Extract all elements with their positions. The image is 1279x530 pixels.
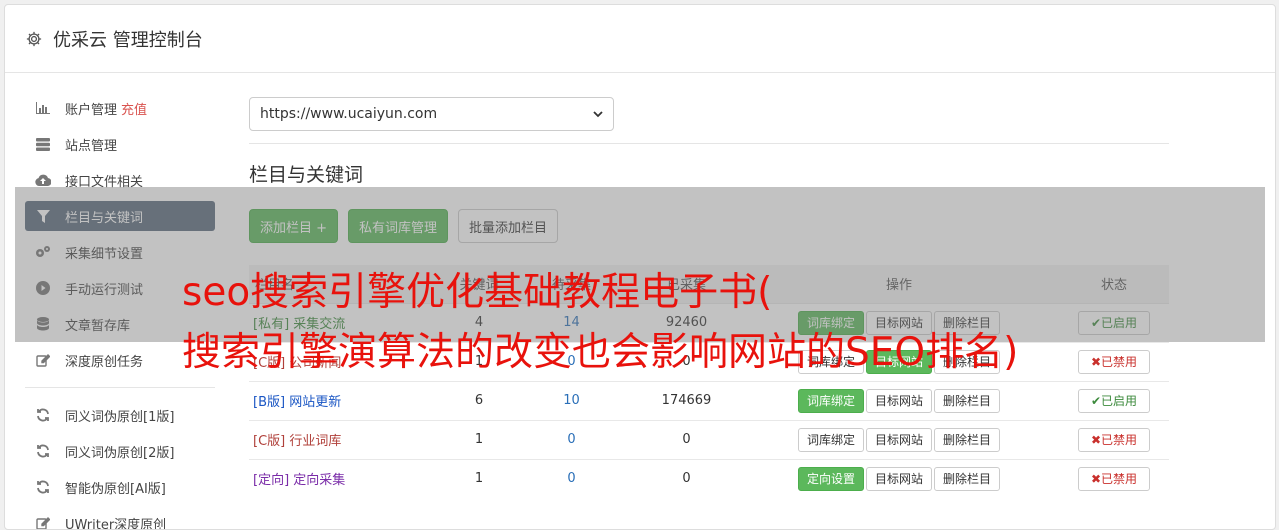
delete-column-button[interactable]: 删除栏目 <box>934 466 1001 491</box>
keyword-count: 6 <box>474 393 484 408</box>
column-name[interactable]: [B版] 网站更新 <box>249 381 449 420</box>
sidebar-item-label: UWriter深度原创 <box>65 517 167 530</box>
target-site-button[interactable]: 目标网站 <box>865 427 932 452</box>
column-name[interactable]: [C版] 行业词库 <box>249 420 449 459</box>
sidebar-item-label: 同义词伪原创[2版] <box>65 445 175 461</box>
ops-cell: 词库绑定 目标网站 删除栏目 <box>739 381 1059 420</box>
keyword-count: 1 <box>474 471 484 487</box>
pending-count[interactable]: 0 <box>509 459 634 498</box>
status-cell: ✖已禁用 <box>1059 420 1169 459</box>
section-title: 栏目与关键词 <box>249 164 364 186</box>
target-site-button[interactable]: 目标网站 <box>865 388 932 413</box>
page-title: 优采云 管理控制台 <box>53 29 203 51</box>
bind-lib-button[interactable]: 词库绑定 <box>797 388 864 413</box>
edit-icon <box>35 352 51 368</box>
sidebar-item-synonym-v1[interactable]: 同义词伪原创[1版] <box>25 400 215 430</box>
status-cell: ✖已禁用 <box>1059 342 1169 381</box>
refresh-icon <box>35 479 51 495</box>
collected-count: 0 <box>682 432 691 447</box>
status-cell: ✖已禁用 <box>1059 459 1169 498</box>
sidebar-item-label: 深度原创任务 <box>65 354 144 370</box>
refresh-icon <box>35 407 51 423</box>
status-disabled-button[interactable]: ✖已禁用 <box>1078 427 1150 452</box>
column-name[interactable]: [定向] 定向采集 <box>249 459 449 498</box>
target-site-button[interactable]: 目标网站 <box>865 466 932 491</box>
sidebar-divider <box>25 387 215 388</box>
delete-column-button[interactable]: 删除栏目 <box>934 427 1001 452</box>
directed-settings-button[interactable]: 定向设置 <box>797 466 864 491</box>
site-select[interactable]: https://www.ucaiyun.com <box>249 97 614 131</box>
keyword-count: 1 <box>474 432 484 447</box>
sidebar-item-label: 账户管理 <box>65 102 118 118</box>
sidebar-item-uwriter[interactable]: UWriter深度原创 <box>25 508 215 530</box>
collected-count: 174669 <box>661 393 712 408</box>
table-row: [B版] 网站更新 6 10 174669 词库绑定 目标网站 删除栏目 ✔已启用 <box>249 381 1169 420</box>
status-enabled-button[interactable]: ✔已启用 <box>1078 388 1150 413</box>
sidebar-item-account[interactable]: 账户管理 充值 <box>25 93 215 123</box>
overlay-caption-line1: seo搜索引擎优化基础教程电子书( <box>182 270 773 315</box>
sidebar-item-label: 同义词伪原创[1版] <box>65 409 175 425</box>
pending-count[interactable]: 0 <box>509 420 634 459</box>
sidebar-item-label: 智能伪原创[AI版] <box>65 481 166 497</box>
sidebar-item-label: 站点管理 <box>65 138 118 154</box>
collected-count: 0 <box>682 471 691 487</box>
delete-column-button[interactable]: 删除栏目 <box>934 388 1001 413</box>
bar-chart-icon <box>35 100 51 116</box>
sidebar-item-sites[interactable]: 站点管理 <box>25 129 215 159</box>
header: 优采云 管理控制台 <box>5 5 1275 73</box>
ops-cell: 定向设置 目标网站 删除栏目 <box>739 459 1059 498</box>
status-cell: ✔已启用 <box>1059 381 1169 420</box>
pending-count[interactable]: 10 <box>509 381 634 420</box>
table-row: [定向] 定向采集 1 0 0 定向设置 目标网站 删除栏目 ✖已禁用 <box>249 459 1169 498</box>
gear-icon <box>26 31 42 46</box>
sidebar-item-synonym-v2[interactable]: 同义词伪原创[2版] <box>25 436 215 466</box>
ops-cell: 词库绑定 目标网站 删除栏目 <box>739 420 1059 459</box>
cloud-upload-icon <box>35 172 51 188</box>
recharge-link[interactable]: 充值 <box>121 99 147 118</box>
table-row: [C版] 行业词库 1 0 0 词库绑定 目标网站 删除栏目 ✖已禁用 <box>249 420 1169 459</box>
status-disabled-button[interactable]: ✖已禁用 <box>1078 466 1150 491</box>
overlay-caption-line2: 搜索引擎演算法的改变也会影响网站的SEO排名) <box>182 330 1019 375</box>
refresh-icon <box>35 443 51 459</box>
site-select-value: https://www.ucaiyun.com <box>260 106 438 122</box>
chevron-down-icon <box>593 110 603 117</box>
edit-icon <box>35 515 51 529</box>
divider <box>249 143 1169 144</box>
watermark-overlay <box>15 187 1265 342</box>
sidebar-item-ai-rewrite[interactable]: 智能伪原创[AI版] <box>25 472 215 502</box>
server-icon <box>35 136 51 152</box>
status-disabled-button[interactable]: ✖已禁用 <box>1078 349 1150 374</box>
bind-lib-button[interactable]: 词库绑定 <box>797 427 864 452</box>
